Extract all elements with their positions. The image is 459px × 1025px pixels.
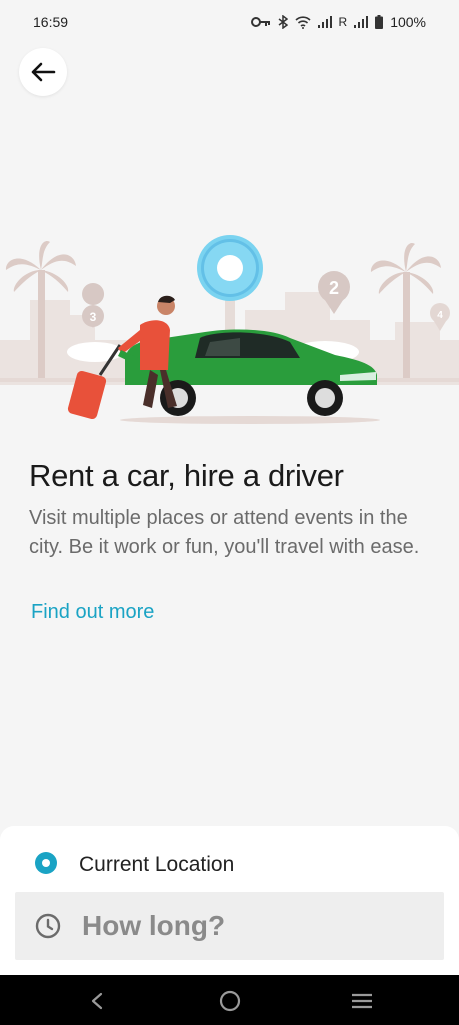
back-nav-icon <box>91 992 103 1010</box>
signal-icon <box>317 16 332 28</box>
clock-icon <box>35 913 61 944</box>
home-nav-icon <box>219 990 241 1012</box>
duration-placeholder: How long? <box>82 910 226 941</box>
nav-home-button[interactable] <box>217 988 243 1014</box>
back-button[interactable] <box>19 48 67 96</box>
pin-label: 4 <box>437 310 443 321</box>
system-nav-bar <box>0 975 459 1025</box>
pickup-location-row[interactable]: Current Location <box>0 846 459 882</box>
pickup-location-label: Current Location <box>79 853 235 876</box>
nav-recents-button[interactable] <box>349 988 375 1014</box>
roaming-indicator: R <box>338 15 348 29</box>
bluetooth-icon <box>278 15 288 29</box>
page-title: Rent a car, hire a driver <box>29 458 344 493</box>
pin-label: 2 <box>329 278 339 298</box>
battery-icon <box>375 15 384 29</box>
status-bar: 16:59 R 100% <box>0 0 459 44</box>
page-description: Visit multiple places or attend events i… <box>29 507 420 558</box>
wifi-icon <box>294 15 311 29</box>
find-out-more-link[interactable]: Find out more <box>31 601 154 624</box>
recents-nav-icon <box>352 993 372 1009</box>
battery-percent: 100% <box>390 14 426 30</box>
map-pin-3: 3 <box>82 283 105 328</box>
location-dot-icon <box>34 851 58 880</box>
status-icons: R 100% <box>250 14 426 30</box>
arrow-left-icon <box>31 62 56 82</box>
hero-illustration: 3 2 4 <box>0 235 459 424</box>
vpn-key-icon <box>250 16 271 28</box>
signal-icon <box>354 16 369 28</box>
duration-input[interactable]: How long? <box>15 892 444 960</box>
nav-back-button[interactable] <box>84 988 110 1014</box>
status-time: 16:59 <box>33 14 69 30</box>
pin-label: 3 <box>90 310 97 324</box>
booking-sheet: Current Location How long? <box>0 826 459 976</box>
